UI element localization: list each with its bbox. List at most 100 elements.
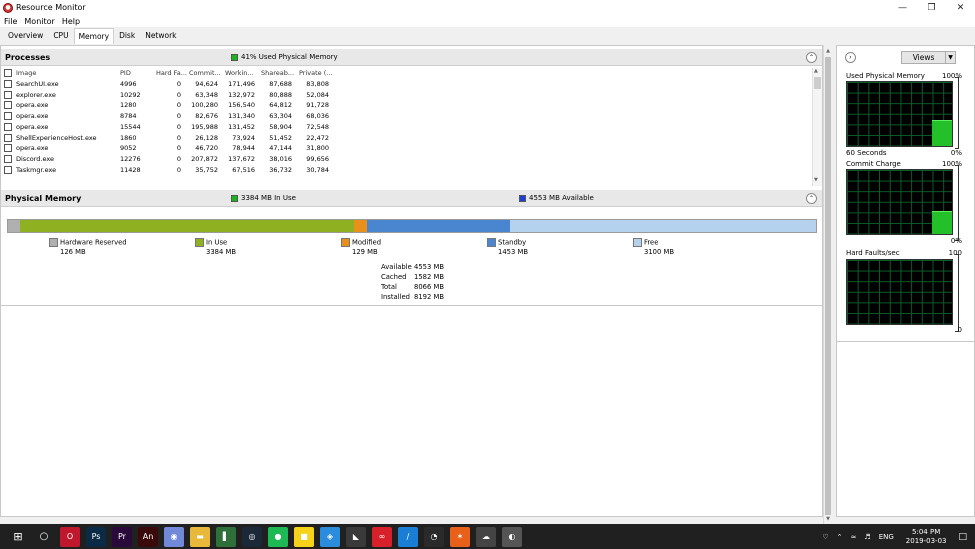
table-row[interactable]: opera.exe 9052 0 46,720 78,944 47,144 31,800 <box>1 143 812 154</box>
tab-disk[interactable]: Disk <box>114 28 140 44</box>
row-checkbox[interactable] <box>4 80 12 88</box>
windows-start-icon[interactable]: ⊞ <box>8 527 28 547</box>
table-row[interactable]: opera.exe 8784 0 82,676 131,340 63,304 68,036 <box>1 111 812 122</box>
select-all-checkbox[interactable] <box>4 69 12 77</box>
creative-cloud-icon[interactable]: ∞ <box>372 526 392 547</box>
sticky-notes-icon[interactable]: ■ <box>294 526 314 547</box>
tab-overview[interactable]: Overview <box>3 28 48 44</box>
main-scroll-up-icon[interactable]: ▲ <box>824 47 832 55</box>
speedometer-icon[interactable]: ◔ <box>424 526 444 547</box>
legend-swatch <box>487 238 496 247</box>
cloud-app-icon[interactable]: ☁ <box>476 526 496 547</box>
legend-value: 129 MB <box>352 248 378 256</box>
cell-image: explorer.exe <box>16 90 56 99</box>
table-row[interactable]: ShellExperienceHost.exe 1860 0 26,128 73,924… <box>1 133 812 144</box>
cell-hard-faults: 0 <box>176 122 181 131</box>
available-status-text: 4553 MB Available <box>529 194 594 202</box>
menu-monitor[interactable]: Monitor <box>24 17 54 26</box>
minimize-button[interactable]: — <box>888 0 917 15</box>
row-checkbox[interactable] <box>4 165 12 174</box>
row-checkbox[interactable] <box>4 154 12 163</box>
notifications-icon[interactable]: □ <box>958 532 967 542</box>
resource-monitor-icon[interactable]: ◐ <box>502 526 522 547</box>
legend-label: Modified <box>352 238 382 247</box>
search-circle-icon[interactable]: ○ <box>34 527 54 547</box>
language-indicator[interactable]: ENG <box>879 533 894 541</box>
row-checkbox[interactable] <box>4 101 12 110</box>
premiere-icon[interactable]: Pr <box>112 526 132 547</box>
cell-image: ShellExperienceHost.exe <box>16 133 97 142</box>
table-row[interactable]: explorer.exe 10292 0 63,348 132,972 80,888 52,… <box>1 90 812 101</box>
collapse-processes-icon[interactable]: ⌃ <box>806 51 817 63</box>
table-row[interactable]: opera.exe 15544 0 195,988 131,452 58,904 72,54… <box>1 122 812 133</box>
main-scrollbar[interactable]: ▲ ▼ <box>823 45 832 524</box>
collapse-physical-memory-icon[interactable]: ⌃ <box>806 192 817 204</box>
tab-network[interactable]: Network <box>140 28 181 44</box>
col-hard-faults-header[interactable]: Hard Fa... <box>156 69 187 77</box>
scroll-down-icon[interactable]: ▼ <box>814 177 818 183</box>
processes-scrollbar[interactable]: ▲ ▼ <box>812 68 822 186</box>
memory-bar-hardware <box>8 220 21 232</box>
col-shareable-header[interactable]: Shareab... <box>261 69 294 77</box>
legend-item: Modified 129 MB <box>341 238 381 256</box>
show-hidden-icons-icon[interactable]: ⌃ <box>837 533 843 541</box>
book-app-icon[interactable]: ▌ <box>216 526 236 547</box>
volume-icon[interactable]: ♬ <box>864 533 870 541</box>
blue-app-icon[interactable]: ◈ <box>320 526 340 547</box>
close-button[interactable]: ✕ <box>946 0 975 15</box>
restore-button[interactable]: ❐ <box>917 0 946 15</box>
views-dropdown[interactable]: Views ▼ <box>901 51 956 64</box>
main-scroll-down-icon[interactable]: ▼ <box>824 515 832 523</box>
wifi-icon[interactable]: ≈ <box>851 533 857 541</box>
col-private-header[interactable]: Private (... <box>299 69 332 77</box>
graph1-footer: 60 Seconds 0% <box>846 149 962 157</box>
main-scroll-thumb[interactable] <box>825 57 831 515</box>
table-row[interactable]: Discord.exe 12276 0 207,872 137,672 38,016 99,… <box>1 154 812 165</box>
collapse-graphs-icon[interactable]: › <box>845 52 856 63</box>
window-controls: — ❐ ✕ <box>888 0 975 15</box>
row-checkbox[interactable] <box>4 122 12 131</box>
animate-icon[interactable]: An <box>138 526 158 547</box>
summary-value: 1582 MB <box>414 273 444 281</box>
row-checkbox[interactable] <box>4 144 12 153</box>
tab-cpu[interactable]: CPU <box>48 28 73 44</box>
menu-file[interactable]: File <box>4 17 17 26</box>
clock-time: 5:04 PM <box>912 527 941 536</box>
people-icon[interactable]: ♡ <box>822 533 828 541</box>
steam-icon[interactable]: ◎ <box>242 526 262 547</box>
cell-shareable: 64,812 <box>269 101 292 110</box>
pen-app-icon[interactable]: ∕ <box>398 526 418 547</box>
scroll-up-icon[interactable]: ▲ <box>814 68 818 74</box>
discord-icon[interactable]: ◉ <box>164 526 184 547</box>
summary-value: 8192 MB <box>414 293 444 301</box>
file-explorer-icon[interactable]: ▬ <box>190 526 210 547</box>
views-dropdown-icon[interactable]: ▼ <box>945 52 955 63</box>
table-row[interactable]: opera.exe 1280 0 100,280 156,540 64,812 91,728 <box>1 100 812 111</box>
row-checkbox[interactable] <box>4 133 12 142</box>
cell-hard-faults: 0 <box>176 112 181 121</box>
row-checkbox[interactable] <box>4 90 12 99</box>
table-row[interactable]: SearchUI.exe 4996 0 94,624 171,496 87,688 83,8… <box>1 79 812 90</box>
cell-hard-faults: 0 <box>176 80 181 88</box>
processes-scroll-thumb[interactable] <box>814 77 821 89</box>
nvidia-icon[interactable]: ◣ <box>346 526 366 547</box>
table-row[interactable]: Taskmgr.exe 11428 0 35,752 67,516 36,732 30,78… <box>1 165 812 176</box>
col-pid-header[interactable]: PID <box>120 69 131 77</box>
clock[interactable]: 5:04 PM 2019-03-03 <box>906 528 947 546</box>
physical-memory-header[interactable]: Physical Memory 3384 MB In Use 4553 MB A… <box>1 190 822 207</box>
col-commit-header[interactable]: Commit... <box>189 69 221 77</box>
photoshop-icon[interactable]: Ps <box>86 526 106 547</box>
orange-app-icon[interactable]: ✶ <box>450 526 470 547</box>
tab-memory[interactable]: Memory <box>73 28 115 44</box>
col-working-set-header[interactable]: Workin... <box>225 69 255 77</box>
summary-available: Available 4553 MB <box>381 263 444 273</box>
spotify-icon[interactable]: ● <box>268 526 288 547</box>
menu-help[interactable]: Help <box>62 17 80 26</box>
opera-icon[interactable]: O <box>60 526 80 547</box>
processes-header[interactable]: Processes 41% Used Physical Memory ⌃ <box>1 49 822 66</box>
row-checkbox[interactable] <box>4 112 12 121</box>
col-image-header[interactable]: Image <box>16 69 36 77</box>
cell-pid: 12276 <box>120 154 141 163</box>
graph1-header: Used Physical Memory 100% <box>846 72 962 80</box>
clock-date: 2019-03-03 <box>905 536 947 545</box>
